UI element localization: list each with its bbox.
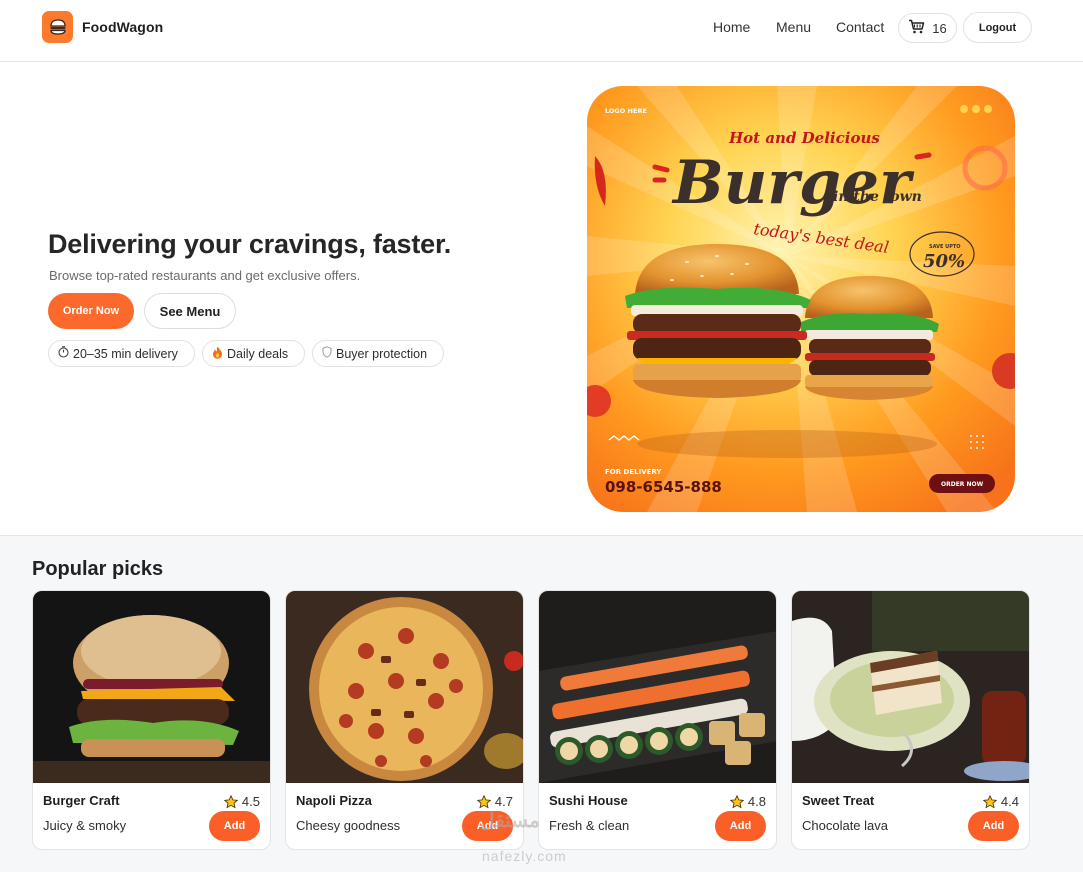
rating-value: 4.8: [747, 794, 766, 809]
nav-contact-link[interactable]: Contact: [836, 19, 884, 35]
cart-icon: [908, 19, 925, 37]
product-name: Napoli Pizza: [296, 793, 372, 808]
shield-icon: [322, 346, 332, 361]
popular-picks-section: Popular picks Burger Craft Juicy & smoky…: [0, 535, 1083, 872]
order-now-button[interactable]: Order Now: [48, 293, 134, 329]
nav-home-link[interactable]: Home: [713, 19, 750, 35]
poster-save-value: 50%: [923, 251, 965, 272]
see-menu-button[interactable]: See Menu: [144, 293, 236, 329]
brand-logo[interactable]: FoodWagon: [42, 11, 163, 43]
hero-banner-image: LOGO HERE Hot and Delicious Burger in th…: [587, 86, 1015, 512]
poster-sub-headline: in the town: [833, 189, 922, 205]
sweet-treat-image: [792, 591, 1029, 783]
product-description: Fresh & clean: [549, 818, 630, 833]
poster-headline: Burger: [671, 148, 915, 218]
poster-phone: 098-6545-888: [605, 478, 722, 496]
rating-value: 4.5: [241, 794, 260, 809]
hero-subtitle: Browse top-rated restaurants and get exc…: [49, 268, 361, 283]
add-to-cart-button[interactable]: Add: [968, 811, 1019, 841]
cart-button[interactable]: 16: [898, 13, 957, 43]
chip-label: 20–35 min delivery: [73, 346, 178, 361]
sushi-house-image: [539, 591, 776, 783]
section-title: Popular picks: [32, 558, 164, 580]
rating: 4.4: [982, 794, 1019, 809]
star-icon: [476, 794, 491, 808]
poster-cta: ORDER NOW: [941, 481, 984, 488]
daily-deals-chip: Daily deals: [202, 340, 305, 367]
poster-logo-text: LOGO HERE: [605, 107, 647, 115]
rating: 4.5: [223, 794, 260, 809]
star-icon: [729, 794, 744, 808]
poster-save-label: SAVE UPTO: [929, 244, 961, 250]
rating-value: 4.7: [494, 794, 513, 809]
product-card: Burger Craft Juicy & smoky 4.5 Add: [32, 590, 271, 850]
star-icon: [982, 794, 997, 808]
logout-button[interactable]: Logout: [963, 12, 1032, 43]
product-description: Cheesy goodness: [296, 818, 401, 833]
fire-icon: [212, 346, 223, 362]
product-card: Sweet Treat Chocolate lava 4.4 Add: [791, 590, 1030, 850]
add-to-cart-button[interactable]: Add: [715, 811, 766, 841]
delivery-time-chip: 20–35 min delivery: [48, 340, 195, 367]
poster-delivery-label: FOR DELIVERY: [605, 468, 662, 476]
timer-icon: [58, 346, 69, 361]
napoli-pizza-image: [286, 591, 523, 783]
product-card: Napoli Pizza Cheesy goodness 4.7 Add: [285, 590, 524, 850]
burger-icon: [42, 11, 73, 43]
rating: 4.8: [729, 794, 766, 809]
chip-label: Daily deals: [227, 346, 289, 361]
rating-value: 4.4: [1000, 794, 1019, 809]
nav-menu-link[interactable]: Menu: [776, 19, 811, 35]
buyer-protection-chip: Buyer protection: [312, 340, 444, 367]
star-icon: [223, 794, 238, 808]
hero-section: Delivering your cravings, faster. Browse…: [0, 62, 1083, 535]
product-description: Chocolate lava: [802, 818, 888, 833]
add-to-cart-button[interactable]: Add: [209, 811, 260, 841]
burger-craft-image: [33, 591, 270, 783]
brand-name: FoodWagon: [82, 19, 164, 35]
product-description: Juicy & smoky: [43, 818, 127, 833]
hero-title: Delivering your cravings, faster.: [48, 229, 452, 259]
product-card: Sushi House Fresh & clean 4.8 Add: [538, 590, 777, 850]
chip-label: Buyer protection: [336, 346, 428, 361]
product-name: Sweet Treat: [802, 793, 875, 808]
rating: 4.7: [476, 794, 513, 809]
product-name: Burger Craft: [43, 793, 120, 808]
poster-tagline: Hot and Delicious: [728, 129, 880, 147]
add-to-cart-button[interactable]: Add: [462, 811, 513, 841]
product-name: Sushi House: [549, 793, 628, 808]
top-navbar: FoodWagon Home Menu Contact 16 Logout: [0, 0, 1083, 62]
cart-count: 16: [932, 20, 947, 36]
